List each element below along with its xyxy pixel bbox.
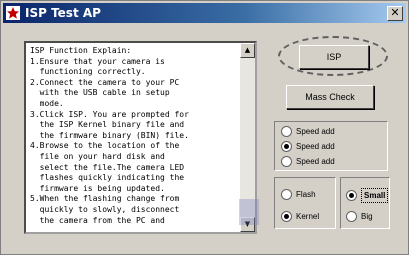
mode-option-label: Kernel bbox=[296, 212, 320, 222]
instructions-textbox[interactable]: ISP Function Explain: 1.Ensure that your … bbox=[24, 41, 257, 234]
radio-icon bbox=[281, 189, 292, 201]
radio-icon bbox=[346, 211, 357, 223]
image-artifact bbox=[239, 199, 259, 225]
mode-option-label: Flash bbox=[296, 190, 316, 200]
instruction-line: quickly to slowly, disconnect bbox=[30, 204, 180, 214]
speed-option-1[interactable]: Speed add bbox=[281, 125, 335, 138]
isp-button[interactable]: ISP bbox=[299, 45, 369, 69]
speed-option-label: Speed add bbox=[296, 127, 335, 137]
instruction-line: firmware is being updated. bbox=[30, 183, 165, 193]
type-option-group: Small Big bbox=[340, 177, 390, 229]
speed-option-3[interactable]: Speed add bbox=[281, 155, 335, 168]
mode-option-group: Flash Kernel bbox=[274, 177, 336, 229]
type-option-big[interactable]: Big bbox=[346, 210, 373, 223]
instruction-line: 1.Ensure that your camera is bbox=[30, 56, 165, 66]
instruction-line: functioning correctly. bbox=[30, 67, 146, 77]
radio-icon bbox=[281, 126, 292, 138]
instruction-line: the firmware binary (BIN) file. bbox=[30, 130, 189, 140]
app-star-icon bbox=[6, 6, 20, 20]
instructions-text: ISP Function Explain: 1.Ensure that your … bbox=[30, 46, 240, 232]
speed-option-2[interactable]: Speed add bbox=[281, 140, 335, 153]
mass-check-button[interactable]: Mass Check bbox=[286, 85, 374, 109]
radio-checked-icon bbox=[346, 190, 357, 201]
radio-icon bbox=[281, 156, 292, 168]
window-title: ISP Test AP bbox=[25, 6, 101, 20]
speed-option-label: Speed add bbox=[296, 157, 335, 167]
speed-option-group: Speed add Speed add Speed add bbox=[274, 121, 388, 171]
mode-option-flash[interactable]: Flash bbox=[281, 188, 316, 201]
close-button[interactable]: ✕ bbox=[387, 6, 403, 21]
radio-checked-icon bbox=[281, 211, 292, 223]
speed-option-label: Speed add bbox=[296, 142, 335, 152]
instruction-line: 2.Connect the camera to your PC bbox=[30, 77, 180, 87]
instruction-line: ISP Function Explain: bbox=[30, 46, 132, 55]
radio-checked-icon bbox=[281, 141, 292, 153]
type-option-label: Big bbox=[361, 212, 373, 222]
instruction-line: 3.Click ISP. You are prompted for bbox=[30, 109, 189, 119]
instruction-line: the ISP Kernel binary file and bbox=[30, 120, 185, 130]
instruction-line: the camera from the PC and bbox=[30, 215, 165, 225]
instruction-line: file on your hard disk and bbox=[30, 151, 165, 161]
mode-option-kernel[interactable]: Kernel bbox=[281, 210, 319, 223]
title-bar[interactable]: ISP Test AP ✕ bbox=[3, 3, 406, 23]
instruction-line: mode. bbox=[30, 98, 64, 108]
type-option-small[interactable]: Small bbox=[346, 188, 389, 203]
instruction-line: 5.When the flashing change from bbox=[30, 194, 180, 204]
instruction-line: with the USB cable in setup bbox=[30, 88, 170, 98]
scroll-up-arrow-icon[interactable]: ▲ bbox=[240, 43, 255, 58]
instruction-line: 4.Browse to the location of the bbox=[30, 141, 180, 151]
instruction-line: select the file.The camera LED bbox=[30, 162, 185, 172]
type-option-label: Small bbox=[361, 188, 389, 203]
isp-test-window: ISP Test AP ✕ ISP Function Explain: 1.Ens… bbox=[0, 0, 409, 255]
instruction-line: flashes quickly indicating the bbox=[30, 173, 185, 183]
